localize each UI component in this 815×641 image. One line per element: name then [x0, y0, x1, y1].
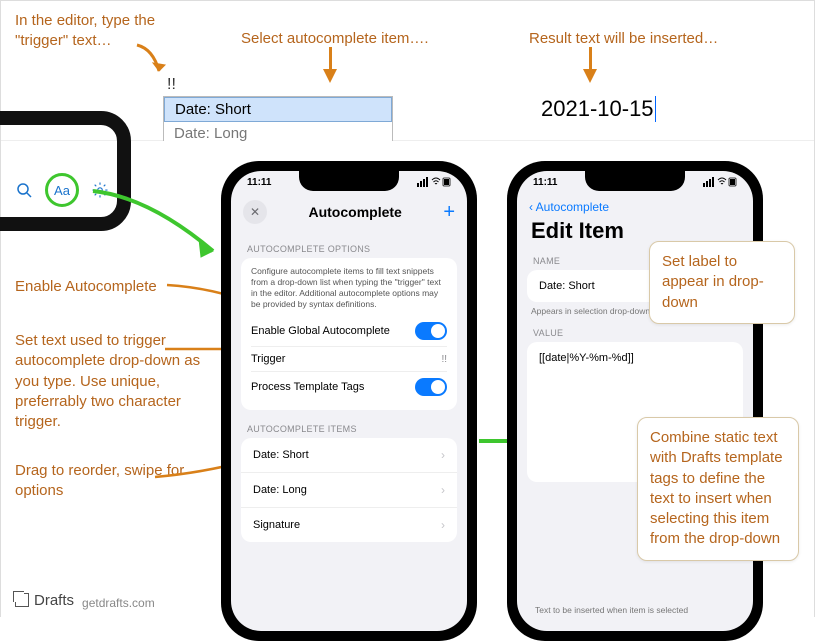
- callout-enable-autocomplete: Enable Autocomplete: [15, 277, 157, 297]
- chevron-right-icon: ›: [441, 483, 445, 497]
- name-field-value: Date: Short: [539, 280, 595, 292]
- main-diagram: Aa Enable Autocomplete Set text used to …: [1, 141, 814, 618]
- list-item-signature[interactable]: Signature ›: [241, 508, 457, 542]
- brand: Drafts: [15, 592, 74, 609]
- list-item-label: Signature: [253, 519, 300, 531]
- footer: Drafts getdrafts.com: [15, 592, 155, 611]
- autocomplete-dropdown[interactable]: Date: Short Date: Long: [163, 96, 393, 146]
- status-time: 11:11: [247, 177, 271, 190]
- row-trigger[interactable]: Trigger !!: [251, 346, 447, 371]
- arrow-aa-to-settings: [89, 187, 229, 267]
- bubble-template-tags: Combine static text with Drafts template…: [637, 417, 799, 561]
- list-item-date-short[interactable]: Date: Short ›: [241, 438, 457, 473]
- toggle-process-tags[interactable]: [415, 378, 447, 396]
- options-description: Configure autocomplete items to fill tex…: [251, 266, 447, 310]
- nav-bar: ✕ Autocomplete +: [231, 190, 467, 230]
- add-button[interactable]: +: [443, 201, 455, 224]
- row-process-tags: Process Template Tags: [251, 371, 447, 402]
- options-card: Configure autocomplete items to fill tex…: [241, 258, 457, 410]
- list-item-label: Date: Short: [253, 449, 309, 461]
- aa-settings-button[interactable]: Aa: [45, 173, 79, 207]
- items-list: Date: Short › Date: Long › Signature ›: [241, 438, 457, 542]
- aa-label: Aa: [54, 183, 70, 198]
- screen-title: Autocomplete: [308, 204, 401, 220]
- status-indicators: [703, 177, 737, 190]
- list-item-date-long[interactable]: Date: Long ›: [241, 473, 457, 508]
- value-field-hint: Text to be inserted when item is selecte…: [521, 601, 702, 625]
- brand-name: Drafts: [34, 592, 74, 609]
- section-header-items: AUTOCOMPLETE ITEMS: [231, 410, 467, 438]
- inserted-result-text: 2021-10-15: [541, 96, 656, 122]
- back-link[interactable]: ‹ Autocomplete: [517, 190, 753, 216]
- field-header-value: VALUE: [517, 326, 753, 342]
- phone-notch: [299, 171, 399, 191]
- typed-trigger: !!: [163, 76, 393, 94]
- row-trigger-value: !!: [441, 354, 447, 365]
- list-item-label: Date: Long: [253, 484, 307, 496]
- footer-url: getdrafts.com: [82, 596, 155, 610]
- arrow-to-result: [583, 47, 597, 83]
- toggle-enable-global[interactable]: [415, 322, 447, 340]
- editor-dropdown-demo: !! Date: Short Date: Long: [163, 76, 393, 146]
- section-header-options: AUTOCOMPLETE OPTIONS: [231, 230, 467, 258]
- row-trigger-label: Trigger: [251, 353, 285, 365]
- row-tags-label: Process Template Tags: [251, 381, 364, 393]
- phone-notch: [585, 171, 685, 191]
- phone-edit-item: 11:11 ‹ Autocomplete Edit Item NAME Date…: [507, 161, 763, 641]
- bubble-set-label: Set label to appear in drop-down: [649, 241, 795, 324]
- close-button[interactable]: ✕: [243, 200, 267, 224]
- value-field-value: [[date|%Y-%m-%d]]: [539, 352, 634, 364]
- back-link-label: Autocomplete: [536, 200, 609, 214]
- chevron-right-icon: ›: [441, 518, 445, 532]
- status-indicators: [417, 177, 451, 190]
- row-enable-label: Enable Global Autocomplete: [251, 325, 390, 337]
- phone-autocomplete-settings: 11:11 ✕ Autocomplete + AUTOCOMPLETE OPTI…: [221, 161, 477, 641]
- dropdown-item-date-short[interactable]: Date: Short: [164, 97, 392, 122]
- callout-result: Result text will be inserted…: [529, 29, 718, 49]
- chevron-right-icon: ›: [441, 448, 445, 462]
- search-icon[interactable]: [13, 179, 35, 201]
- status-time: 11:11: [533, 177, 557, 190]
- row-enable-global: Enable Global Autocomplete: [251, 316, 447, 346]
- drafts-logo-icon: [15, 593, 29, 607]
